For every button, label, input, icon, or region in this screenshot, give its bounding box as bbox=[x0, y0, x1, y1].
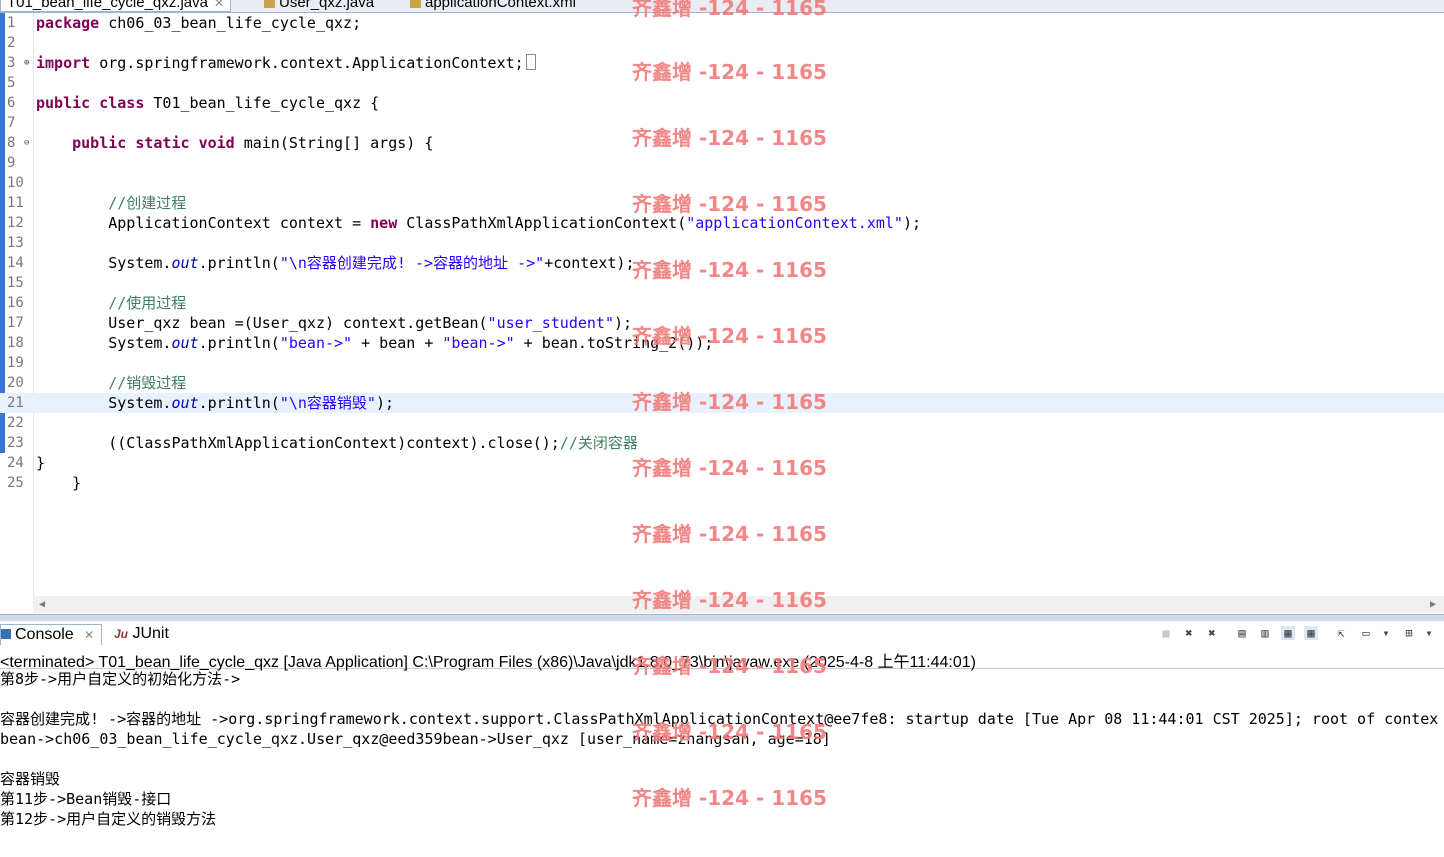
watermark-text: 齐鑫增 -124 - 1165 bbox=[632, 390, 827, 414]
line-number: 18 bbox=[7, 335, 24, 351]
watermark-text: 齐鑫增 -124 - 1165 bbox=[632, 456, 827, 480]
line-number: 6 bbox=[7, 95, 16, 111]
remove-launch-icon[interactable]: ✖ bbox=[1182, 626, 1196, 640]
line-number: 16 bbox=[7, 295, 24, 311]
tab-console[interactable]: Console ✕ bbox=[0, 624, 102, 645]
code-text: package ch06_03_bean_life_cycle_qxz; bbox=[36, 14, 362, 32]
show-console-icon[interactable]: ▦ bbox=[1304, 626, 1318, 640]
line-number: 10 bbox=[7, 175, 24, 191]
line-number: 12 bbox=[7, 215, 24, 231]
view-menu-icon[interactable]: ▾ bbox=[1422, 626, 1436, 640]
code-text: //使用过程 bbox=[108, 294, 187, 312]
code-text: } bbox=[36, 474, 82, 492]
fold-toggle-icon[interactable]: ⊖ bbox=[24, 133, 29, 153]
watermark-text: 齐鑫增 -124 - 1165 bbox=[632, 60, 827, 84]
tab-label: User_qxz.java bbox=[279, 0, 375, 11]
watermark-text: 齐鑫增 -124 - 1165 bbox=[632, 0, 827, 20]
line-number: 2 bbox=[7, 35, 16, 51]
close-icon[interactable]: ✕ bbox=[84, 628, 94, 642]
line-number: 13 bbox=[7, 235, 24, 251]
tab-user-qxz[interactable]: User_qxz.java bbox=[258, 0, 380, 11]
code-text: User_qxz bean =(User_qxz) context.getBea… bbox=[36, 314, 633, 332]
clear-console-icon[interactable]: ▤ bbox=[1235, 626, 1249, 640]
pin-console-icon[interactable]: ⇱ bbox=[1334, 626, 1348, 640]
line-number: 14 bbox=[7, 255, 24, 271]
fold-toggle-icon[interactable]: ⊕ bbox=[24, 53, 29, 73]
watermark-text: 齐鑫增 -124 - 1165 bbox=[632, 654, 827, 678]
watermark-text: 齐鑫增 -124 - 1165 bbox=[632, 720, 827, 744]
line-number: 23 bbox=[7, 435, 24, 451]
line-number: 7 bbox=[7, 115, 16, 131]
console-line: 第8步->用户自定义的初始化方法-> bbox=[0, 670, 241, 688]
word-wrap-icon[interactable]: ▦ bbox=[1281, 626, 1295, 640]
console-line: 容器销毁 bbox=[0, 770, 61, 788]
open-console-icon[interactable]: ⊞ bbox=[1402, 626, 1416, 640]
line-number: 5 bbox=[7, 75, 16, 91]
line-number: 25 bbox=[7, 475, 24, 491]
line-number: 9 bbox=[7, 155, 16, 171]
watermark-text: 齐鑫增 -124 - 1165 bbox=[632, 192, 827, 216]
xml-file-icon bbox=[410, 0, 421, 8]
scroll-left-icon[interactable]: ◀ bbox=[39, 596, 45, 613]
watermark-text: 齐鑫增 -124 - 1165 bbox=[632, 786, 827, 810]
tab-application-context[interactable]: applicationContext.xml bbox=[404, 0, 582, 11]
tab-junit[interactable]: Ju JUnit bbox=[114, 624, 169, 644]
code-text: System.out.println("\n容器销毁"); bbox=[36, 394, 395, 412]
code-line[interactable]: 22 bbox=[0, 413, 1444, 433]
code-line[interactable]: 19 bbox=[0, 353, 1444, 373]
line-number: 17 bbox=[7, 315, 24, 331]
junit-tab-label: JUnit bbox=[132, 625, 169, 642]
watermark-text: 齐鑫增 -124 - 1165 bbox=[632, 588, 827, 612]
code-line[interactable]: 23 ((ClassPathXmlApplicationContext)cont… bbox=[0, 433, 1444, 453]
code-text: } bbox=[36, 454, 46, 472]
console-line: 第12步->用户自定义的销毁方法 bbox=[0, 810, 217, 828]
line-number: 1 bbox=[7, 15, 16, 31]
line-number: 21 bbox=[7, 395, 24, 411]
code-line[interactable]: 6 public class T01_bean_life_cycle_qxz { bbox=[0, 93, 1444, 113]
watermark-text: 齐鑫增 -124 - 1165 bbox=[632, 126, 827, 150]
terminate-icon[interactable]: ■ bbox=[1159, 626, 1173, 640]
code-text: System.out.println("bean->" + bean + "be… bbox=[36, 334, 714, 352]
code-text: public class T01_bean_life_cycle_qxz { bbox=[36, 94, 380, 112]
line-number: 24 bbox=[7, 455, 24, 471]
code-line[interactable]: 9 bbox=[0, 153, 1444, 173]
line-number: 22 bbox=[7, 415, 24, 431]
watermark-text: 齐鑫增 -124 - 1165 bbox=[632, 522, 827, 546]
code-text: //创建过程 bbox=[108, 194, 187, 212]
code-text: import org.springframework.context.Appli… bbox=[36, 53, 536, 73]
chevron-down-icon[interactable]: ▾ bbox=[1379, 626, 1393, 640]
code-line[interactable]: 2 bbox=[0, 33, 1444, 53]
scroll-lock-icon[interactable]: ▥ bbox=[1258, 626, 1272, 640]
console-tab-strip: Console ✕ Ju JUnit bbox=[0, 621, 1444, 645]
console-tab-label: Console bbox=[15, 626, 74, 643]
line-number: 11 bbox=[7, 195, 24, 211]
junit-icon: Ju bbox=[114, 627, 129, 641]
code-editor[interactable]: 1 package ch06_03_bean_life_cycle_qxz; 2 3 ⊕… bbox=[0, 13, 1444, 596]
line-number: 20 bbox=[7, 375, 24, 391]
code-line[interactable]: 13 bbox=[0, 233, 1444, 253]
close-icon[interactable]: ✕ bbox=[214, 0, 224, 10]
tab-label: applicationContext.xml bbox=[425, 0, 576, 11]
code-text: public static void main(String[] args) { bbox=[72, 134, 434, 152]
line-number: 19 bbox=[7, 355, 24, 371]
watermark-text: 齐鑫增 -124 - 1165 bbox=[632, 258, 827, 282]
watermark-text: 齐鑫增 -124 - 1165 bbox=[632, 324, 827, 348]
line-number: 15 bbox=[7, 275, 24, 291]
tab-t01-bean-life-cycle[interactable]: T01_bean_life_cycle_qxz.java ✕ bbox=[0, 0, 232, 12]
tab-label: T01_bean_life_cycle_qxz.java bbox=[7, 0, 208, 11]
code-text: ((ClassPathXmlApplicationContext)context… bbox=[36, 434, 638, 452]
code-text: //销毁过程 bbox=[108, 374, 187, 392]
scroll-right-icon[interactable]: ▶ bbox=[1430, 596, 1436, 613]
code-text: System.out.println("\n容器创建完成! ->容器的地址 ->… bbox=[36, 254, 635, 272]
console-icon bbox=[1, 629, 11, 639]
display-console-icon[interactable]: ▭ bbox=[1359, 626, 1373, 640]
java-file-icon bbox=[264, 0, 275, 8]
remove-all-icon[interactable]: ✖ bbox=[1205, 626, 1219, 640]
code-line[interactable]: 16 //使用过程 bbox=[0, 293, 1444, 313]
console-line: 第11步->Bean销毁-接口 bbox=[0, 790, 172, 808]
